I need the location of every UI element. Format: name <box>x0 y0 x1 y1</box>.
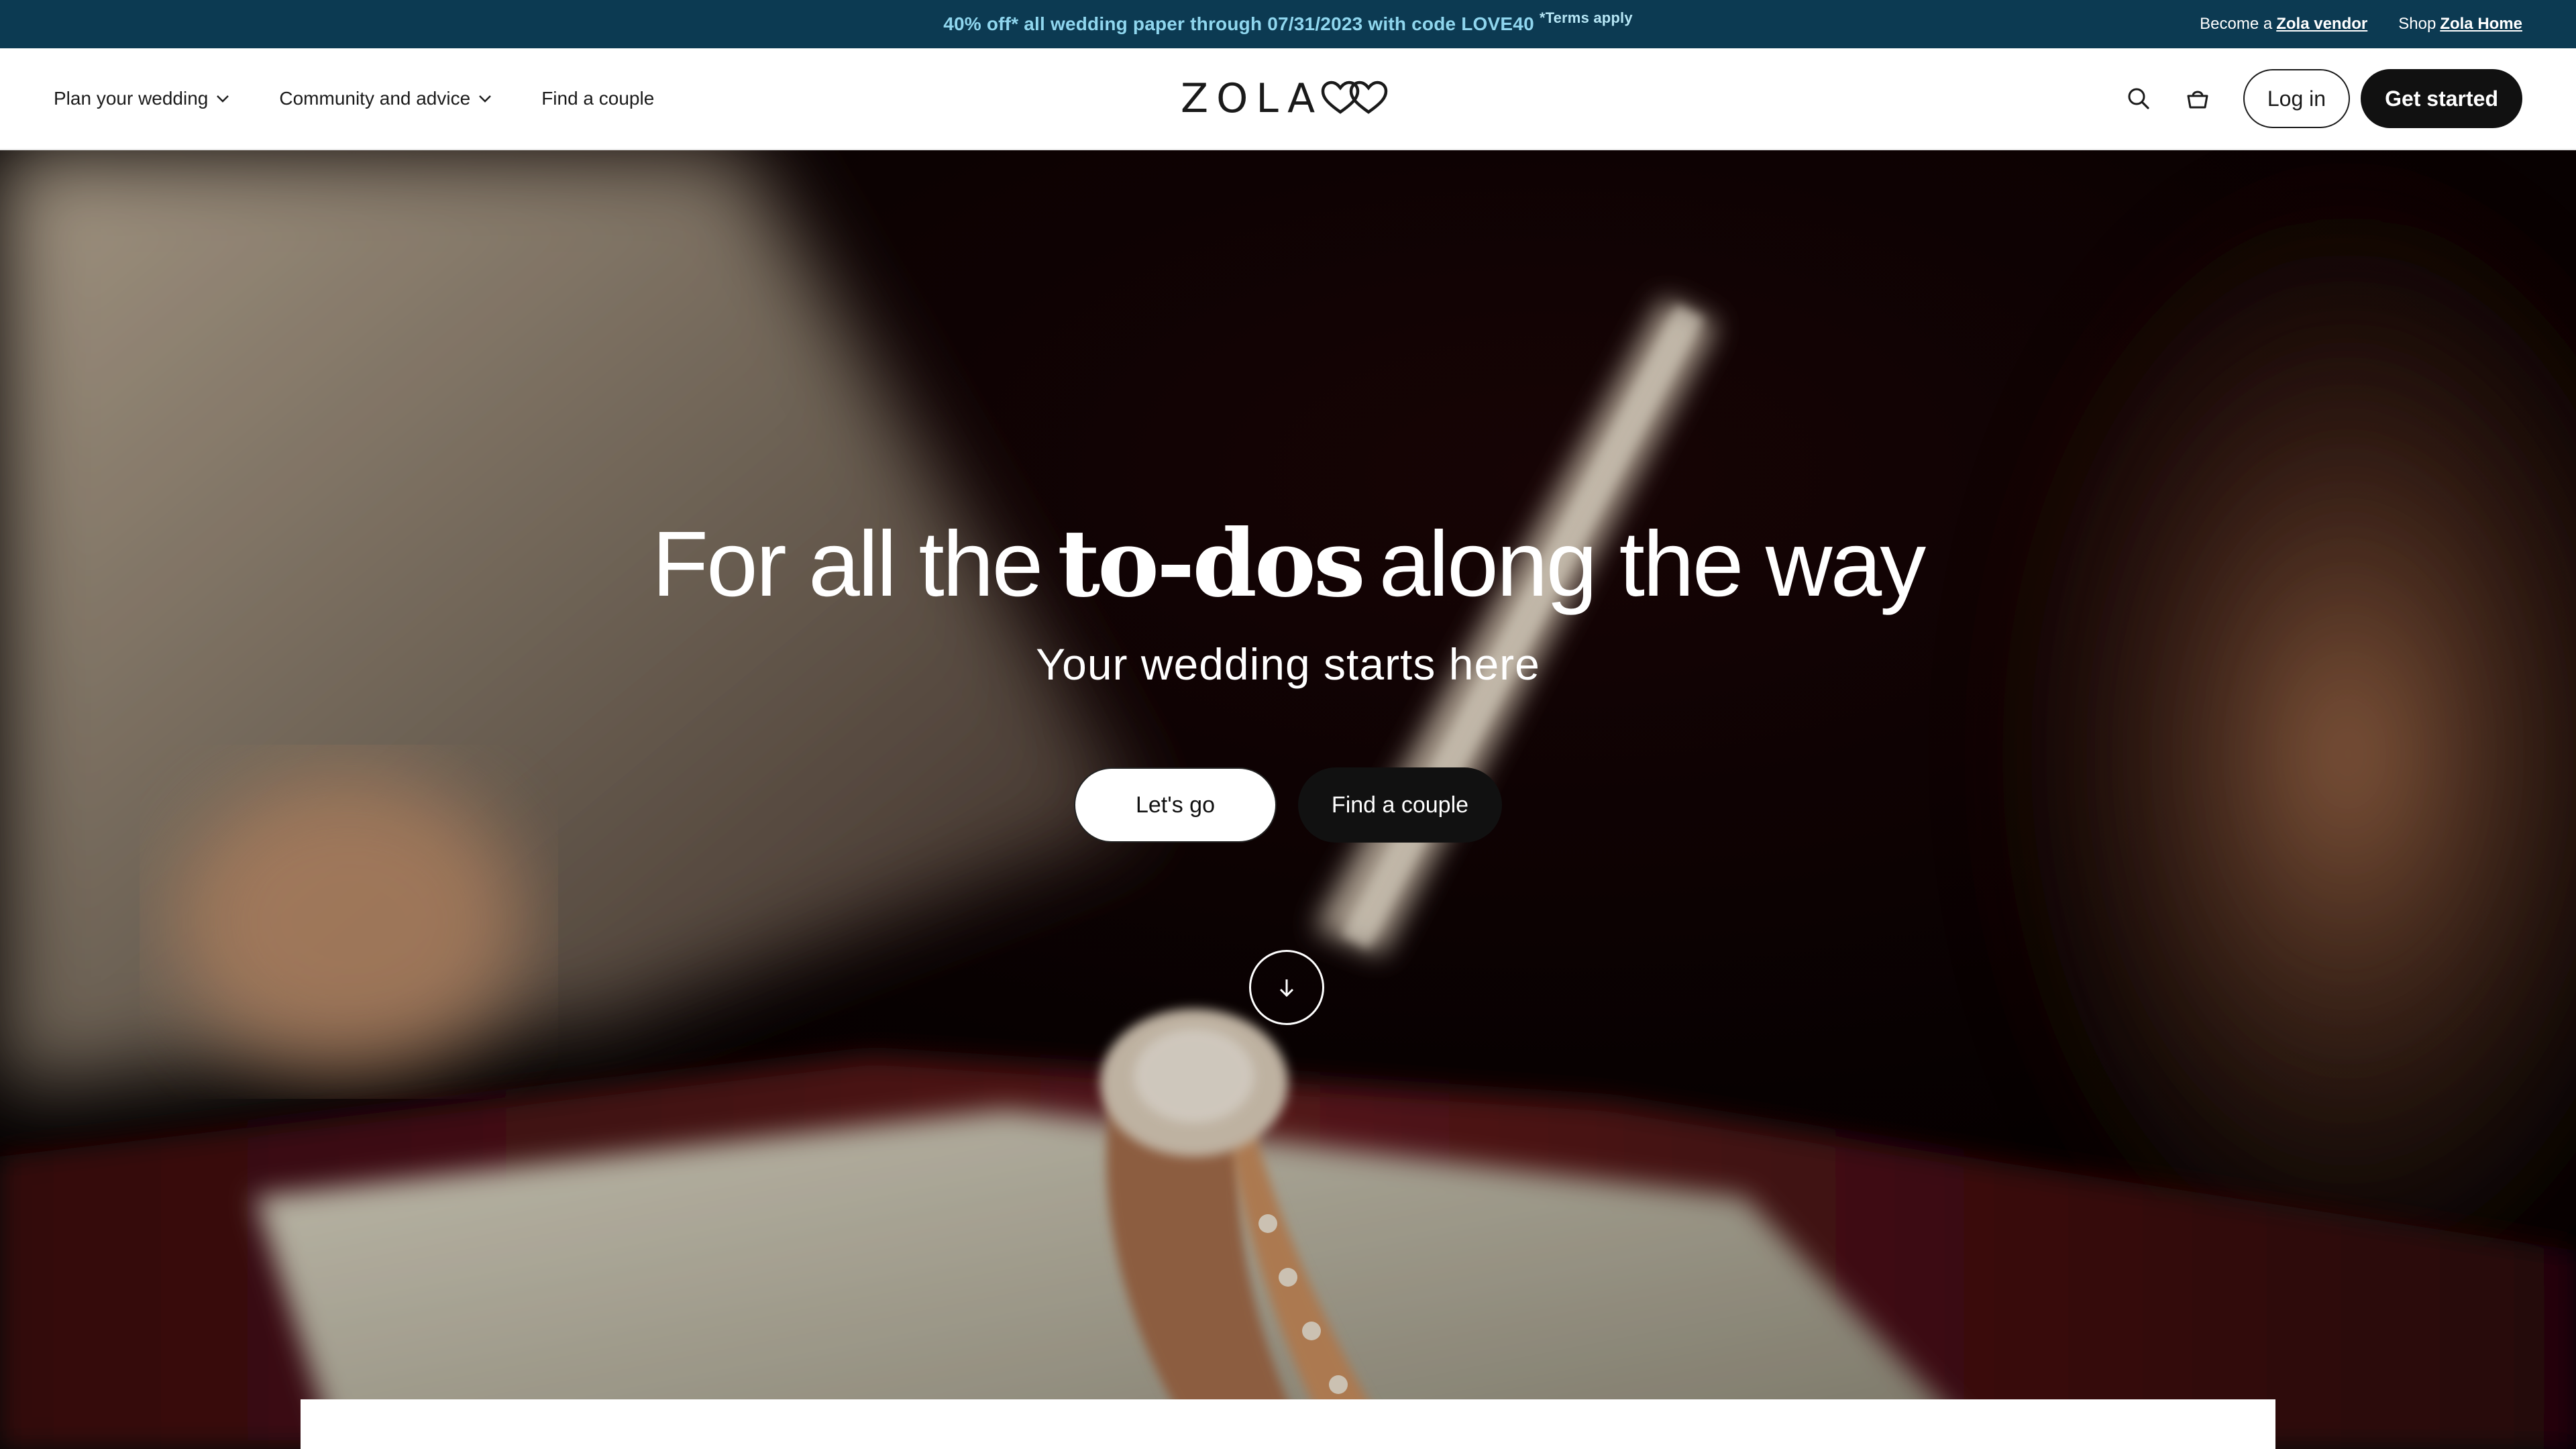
nav-label: Find a couple <box>541 88 655 109</box>
nav-community-and-advice[interactable]: Community and advice <box>279 88 493 109</box>
headline-part-2: along the way <box>1379 513 1927 616</box>
arrow-down-icon <box>1279 979 1294 998</box>
double-heart-icon <box>1321 80 1388 114</box>
hero-section: For all the to-dos along the way Your wedd… <box>0 150 2576 1449</box>
zola-vendor-link[interactable]: Zola vendor <box>2276 15 2367 33</box>
search-button[interactable] <box>2118 78 2159 119</box>
cart-button[interactable] <box>2178 78 2218 119</box>
chevron-down-icon <box>217 95 229 103</box>
header-actions: Log in Get started <box>2118 48 2522 149</box>
search-icon <box>2128 88 2149 109</box>
nav-label: Community and advice <box>279 88 471 109</box>
hero-cta-row: Let's go Find a couple <box>0 767 2576 843</box>
vendor-prefix: Become a <box>2200 15 2273 33</box>
logo-text: ZOLA <box>1181 75 1324 122</box>
headline-emphasis: to-dos <box>1057 508 1365 618</box>
lets-go-button[interactable]: Let's go <box>1074 767 1277 843</box>
shopping-bag-icon <box>2187 91 2208 109</box>
headline-part-1: For all the <box>651 513 1044 616</box>
hero-subheadline: Your wedding starts here <box>1036 639 1540 689</box>
promo-bar: 40% off* all wedding paper through 07/31… <box>0 0 2576 48</box>
scroll-down-button[interactable] <box>1249 950 1324 1025</box>
chevron-down-icon <box>479 95 492 103</box>
get-started-button[interactable]: Get started <box>2361 69 2522 128</box>
zola-logo[interactable]: ZOLA <box>1181 75 1395 122</box>
promo-terms[interactable]: *Terms apply <box>1540 9 1633 27</box>
promo-message[interactable]: 40% off* all wedding paper through 07/31… <box>0 0 2576 48</box>
nav-label: Plan your wedding <box>54 88 209 109</box>
login-button[interactable]: Log in <box>2243 69 2351 128</box>
promo-text[interactable]: 40% off* all wedding paper through 07/31… <box>943 13 1534 35</box>
hero-headline: For all the to-dos along the way <box>0 513 2576 616</box>
shop-prefix: Shop <box>2398 15 2436 33</box>
vendor-link-group: Become a Zola vendor <box>2200 15 2367 34</box>
zola-home-link[interactable]: Zola Home <box>2440 15 2522 33</box>
find-a-couple-button[interactable]: Find a couple <box>1298 767 1502 843</box>
content-card <box>301 1399 2275 1449</box>
promo-links: Become a Zola vendor Shop Zola Home <box>2200 0 2522 48</box>
main-nav: Plan your wedding Community and advice F… <box>54 48 654 149</box>
nav-find-a-couple[interactable]: Find a couple <box>541 88 654 109</box>
shop-link-group: Shop Zola Home <box>2398 15 2522 34</box>
site-header: Plan your wedding Community and advice F… <box>0 48 2576 150</box>
nav-plan-your-wedding[interactable]: Plan your wedding <box>54 88 231 109</box>
